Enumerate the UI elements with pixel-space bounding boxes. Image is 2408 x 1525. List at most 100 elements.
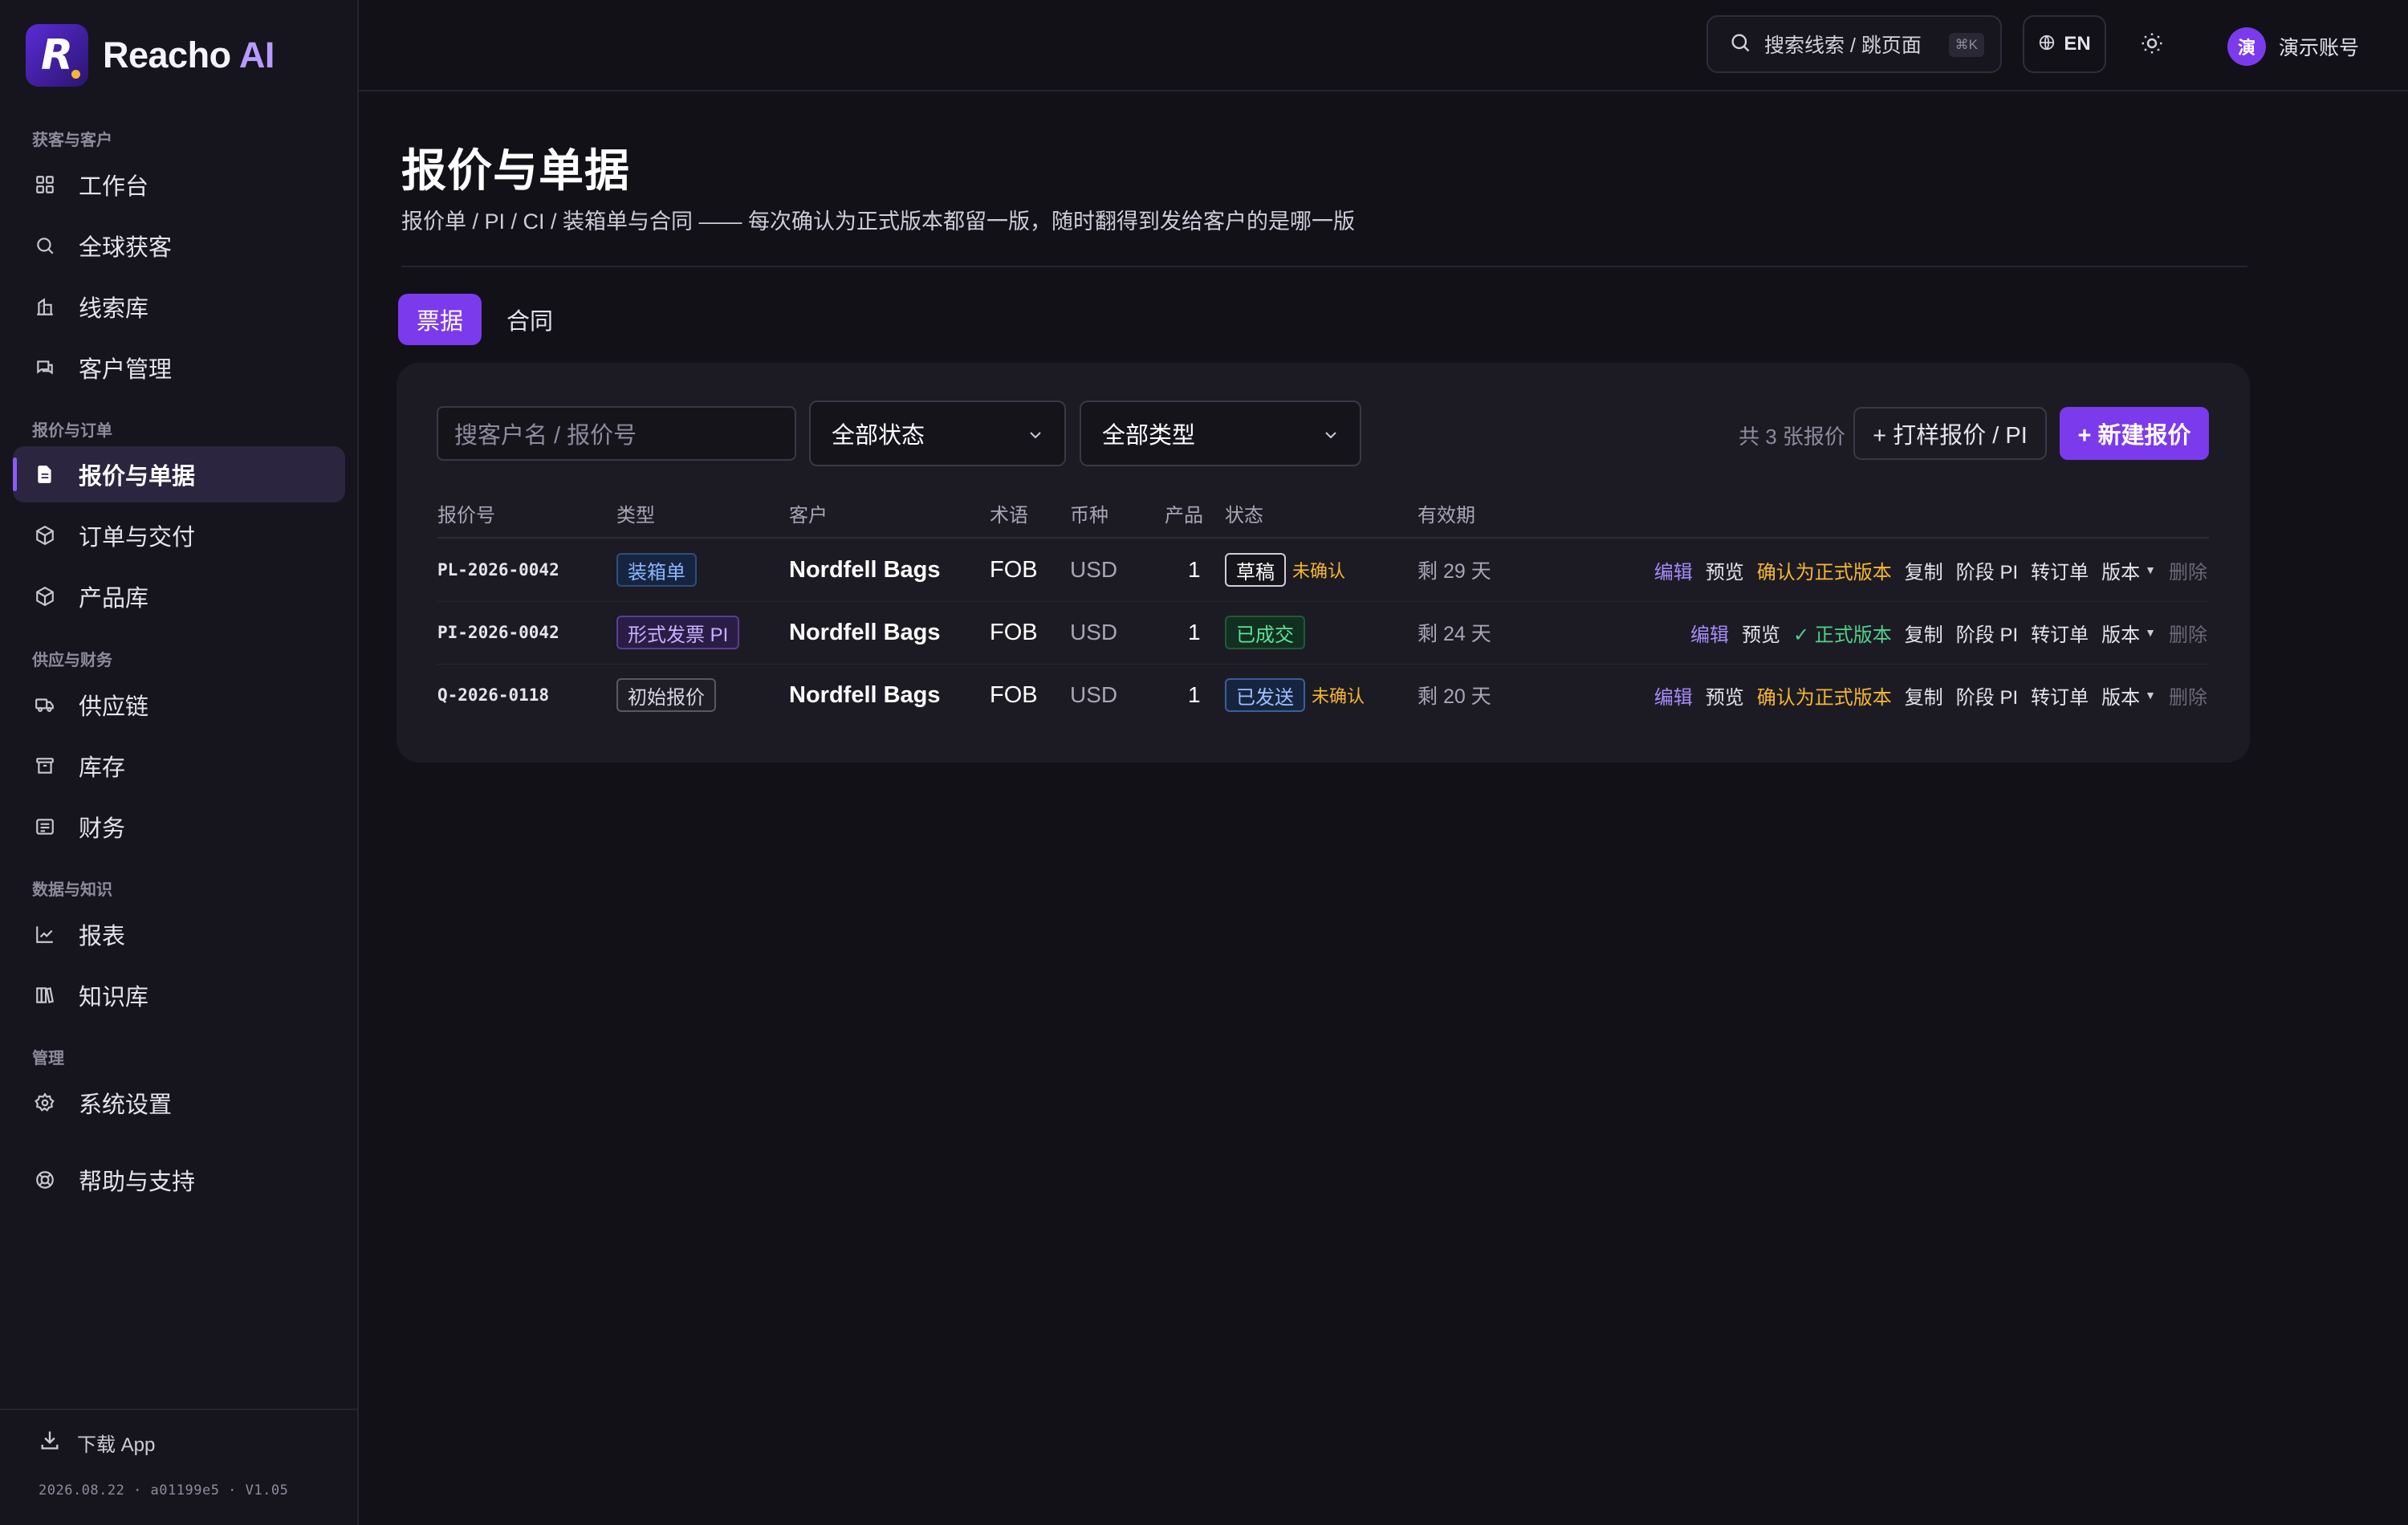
quote-count: 共 3 张报价 <box>1739 425 1845 449</box>
stage-pi-link[interactable]: 阶段 PI <box>1956 681 2018 710</box>
truck-icon <box>32 692 58 718</box>
version-dropdown[interactable]: 版本 <box>2101 681 2140 710</box>
version-dropdown[interactable]: 版本 <box>2101 556 2140 584</box>
quote-id[interactable]: PI-2026-0042 <box>437 615 559 650</box>
nav-group-data: 数据与知识 <box>32 881 112 899</box>
column-header-id: 报价号 <box>437 505 495 527</box>
delete-link[interactable]: 删除 <box>2169 556 2207 584</box>
copy-link[interactable]: 复制 <box>1905 681 1943 710</box>
delete-link[interactable]: 删除 <box>2169 619 2207 647</box>
language-switch-button[interactable]: EN <box>2023 15 2106 73</box>
grid-icon <box>32 172 58 197</box>
unconfirmed-flag: 未确认 <box>1312 686 1365 706</box>
chevron-down-icon <box>1321 425 1340 451</box>
sidebar-item-settings[interactable]: 系统设置 <box>13 1075 345 1131</box>
type-badge: 初始报价 <box>616 678 716 712</box>
sidebar-item-inventory[interactable]: 库存 <box>13 738 345 794</box>
theme-toggle-button[interactable] <box>2134 27 2170 63</box>
sidebar-item-customers[interactable]: 客户管理 <box>13 340 345 396</box>
sidebar-item-global-acquisition[interactable]: 全球获客 <box>13 218 345 274</box>
version-dropdown[interactable]: 版本 <box>2101 619 2140 647</box>
search-icon <box>32 233 58 258</box>
copy-link[interactable]: 复制 <box>1905 619 1943 647</box>
sample-quote-button[interactable]: + 打样报价 / PI <box>1853 407 2047 460</box>
currency: USD <box>1070 557 1118 582</box>
sidebar-item-leads[interactable]: 线索库 <box>13 279 345 335</box>
unconfirmed-flag: 未确认 <box>1292 561 1346 581</box>
sidebar-item-help[interactable]: 帮助与支持 <box>13 1152 345 1208</box>
account-menu[interactable]: 演 演示账号 <box>2227 27 2359 66</box>
delete-link[interactable]: 删除 <box>2169 681 2207 710</box>
sidebar-footer-divider <box>0 1409 357 1410</box>
gear-icon <box>32 1090 58 1116</box>
chevron-down-icon <box>1026 425 1045 451</box>
box-icon <box>32 523 58 548</box>
receipt-icon <box>32 814 58 840</box>
quote-search-input[interactable]: 搜客户名 / 报价号 <box>437 406 796 461</box>
type-badge: 形式发票 PI <box>616 616 740 649</box>
column-header-customer: 客户 <box>789 505 828 527</box>
customer-name[interactable]: Nordfell Bags <box>789 677 941 713</box>
building-icon <box>32 294 58 319</box>
sidebar-item-label: 订单与交付 <box>79 525 196 551</box>
column-header-products: 产品 <box>1165 505 1203 527</box>
product-count: 1 <box>1188 620 1201 645</box>
convert-order-link[interactable]: 转订单 <box>2031 619 2089 647</box>
confirm-official-link[interactable]: 确认为正式版本 <box>1757 681 1892 710</box>
sidebar-item-finance[interactable]: 财务 <box>13 799 345 855</box>
status-badge: 已发送 <box>1225 678 1305 712</box>
download-app-link[interactable]: 下载 App <box>39 1429 155 1457</box>
lifebuoy-icon <box>32 1167 58 1193</box>
preview-link[interactable]: 预览 <box>1706 681 1744 710</box>
global-search-input[interactable]: 搜索线索 / 跳页面 ⌘K <box>1706 15 2002 73</box>
edit-link[interactable]: 编辑 <box>1654 681 1693 710</box>
preview-link[interactable]: 预览 <box>1706 556 1744 584</box>
tab-contracts[interactable]: 合同 <box>496 294 563 345</box>
stage-pi-link[interactable]: 阶段 PI <box>1956 619 2018 647</box>
quote-id[interactable]: PL-2026-0042 <box>437 552 559 588</box>
edit-link[interactable]: 编辑 <box>1690 619 1729 647</box>
topbar: 搜索线索 / 跳页面 ⌘K EN 演 演示账号 <box>359 0 2408 92</box>
sidebar-item-label: 产品库 <box>79 586 149 612</box>
official-version-label: ✓ 正式版本 <box>1793 624 1892 646</box>
page-title: 报价与单据 <box>401 145 630 196</box>
nav-group-admin: 管理 <box>32 1050 64 1068</box>
confirm-official-link[interactable]: 确认为正式版本 <box>1757 556 1892 584</box>
customer-name[interactable]: Nordfell Bags <box>789 615 941 650</box>
convert-order-link[interactable]: 转订单 <box>2031 556 2089 584</box>
row-actions: 编辑 预览 确认为正式版本 复制 阶段 PI 转订单 版本 ▼ 删除 <box>1641 677 2207 713</box>
globe-icon <box>2038 34 2056 55</box>
edit-link[interactable]: 编辑 <box>1654 556 1693 584</box>
shortcut-hint: ⌘K <box>1948 33 1984 57</box>
version-info: 2026.08.22 · a01199e5 · V1.05 <box>39 1482 289 1499</box>
sidebar-item-reports[interactable]: 报表 <box>13 906 345 962</box>
preview-link[interactable]: 预览 <box>1742 619 1780 647</box>
product-count: 1 <box>1188 557 1201 582</box>
sidebar-item-label: 线索库 <box>79 296 149 322</box>
validity: 剩 29 天 <box>1418 560 1491 583</box>
page-subtitle: 报价单 / PI / CI / 装箱单与合同 —— 每次确认为正式版本都留一版，… <box>401 209 1356 234</box>
quote-id[interactable]: Q-2026-0118 <box>437 677 549 713</box>
column-header-validity: 有效期 <box>1418 505 1475 527</box>
table-header-divider <box>437 537 2209 539</box>
type-filter-select[interactable]: 全部类型 <box>1080 401 1361 466</box>
convert-order-link[interactable]: 转订单 <box>2031 681 2089 710</box>
sidebar-item-knowledge[interactable]: 知识库 <box>13 967 345 1023</box>
sidebar-item-supply-chain[interactable]: 供应链 <box>13 677 345 733</box>
download-icon <box>39 1429 61 1457</box>
sidebar-item-orders[interactable]: 订单与交付 <box>13 507 345 563</box>
status-filter-select[interactable]: 全部状态 <box>809 401 1066 466</box>
sidebar-item-products[interactable]: 产品库 <box>13 568 345 624</box>
copy-link[interactable]: 复制 <box>1905 556 1943 584</box>
sidebar-item-quotes[interactable]: 报价与单据 <box>13 446 345 502</box>
caret-down-icon: ▼ <box>2145 563 2156 576</box>
caret-down-icon: ▼ <box>2145 626 2156 639</box>
customer-name[interactable]: Nordfell Bags <box>789 552 941 588</box>
brand[interactable]: R Reacho AI <box>26 24 275 87</box>
stage-pi-link[interactable]: 阶段 PI <box>1956 556 2018 584</box>
brand-name: Reacho AI <box>103 35 275 75</box>
nav-group-acquisition: 获客与客户 <box>32 132 112 149</box>
new-quote-button[interactable]: + 新建报价 <box>2060 407 2209 460</box>
tab-invoices[interactable]: 票据 <box>398 294 482 345</box>
sidebar-item-workbench[interactable]: 工作台 <box>13 157 345 213</box>
